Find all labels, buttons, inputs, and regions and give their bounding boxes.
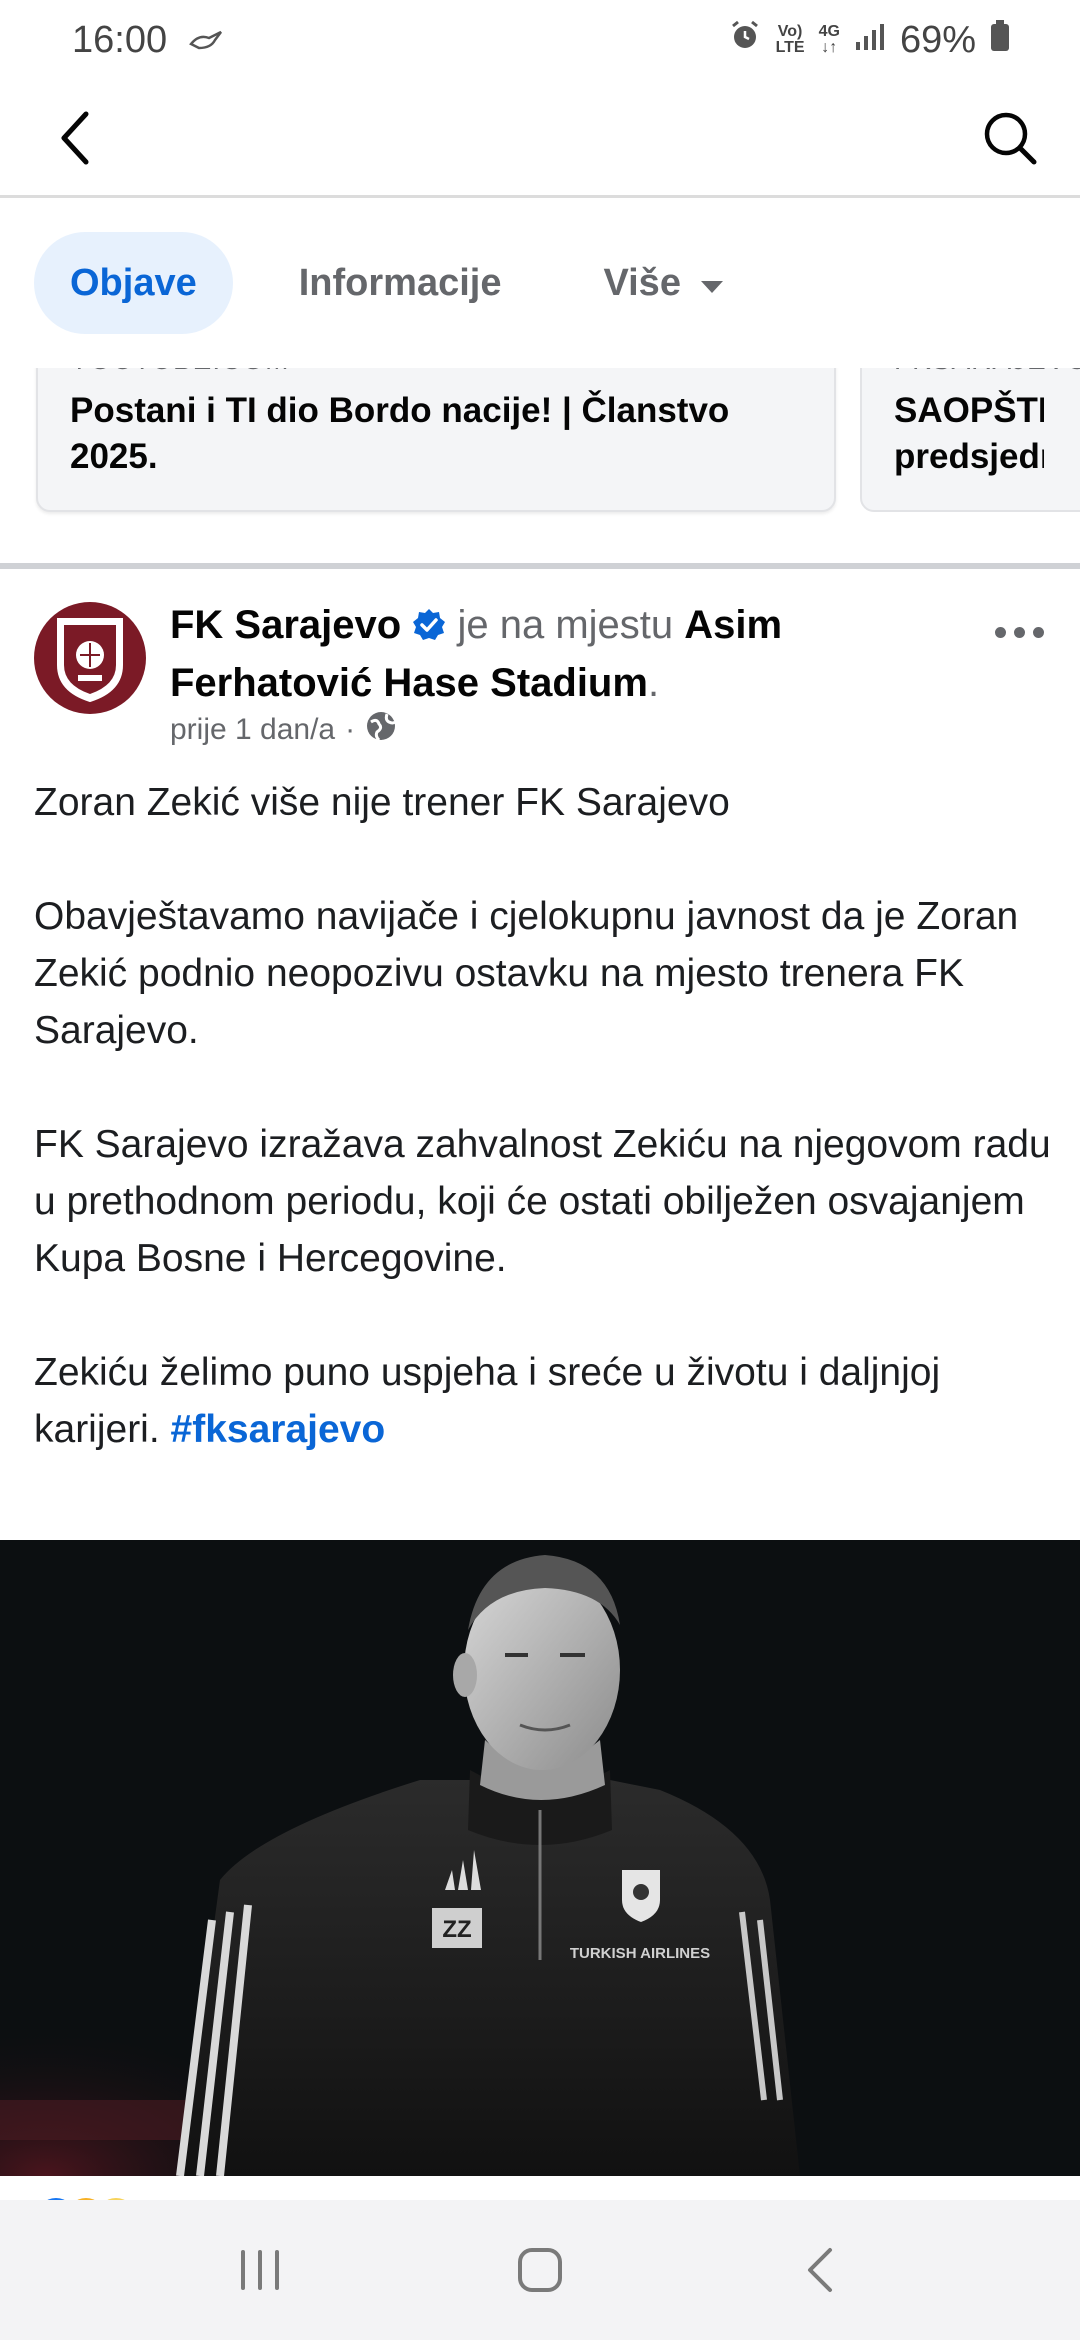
reaction-strip [0, 2176, 1080, 2238]
caret-down-icon [699, 262, 725, 305]
post-meta: prije 1 dan/a · [170, 710, 397, 750]
tab-more-label: Više [603, 261, 681, 304]
tab-informacije[interactable]: Informacije [263, 232, 538, 334]
tab-objave[interactable]: Objave [34, 232, 233, 334]
meta-separator: · [345, 713, 356, 746]
verified-badge-icon [412, 602, 446, 656]
battery-icon [990, 19, 1010, 62]
globe-icon [365, 710, 397, 750]
recents-icon[interactable] [220, 2230, 300, 2310]
card-title: Postani i TI dio Bordo nacije! | Članstv… [70, 391, 730, 476]
status-time: 16:00 [72, 18, 168, 61]
post-paragraph: FK Sarajevo izražava zahvalnost Zekiću n… [34, 1123, 1051, 1280]
post-time[interactable]: prije 1 dan/a [170, 713, 335, 747]
card-source: YOUTUBE.COM [70, 368, 802, 378]
location-prefix: je na mjestu [457, 603, 674, 647]
network-type: 4G ↓↑ [818, 23, 840, 56]
link-card[interactable]: FKSARAJEVO SAOPŠTENJE predsjednika [860, 368, 1080, 512]
app-bar [0, 80, 1080, 198]
profile-tabs: Objave Informacije Više [34, 232, 761, 334]
battery-percent: 69% [899, 18, 976, 61]
section-divider [0, 563, 1080, 569]
sponsor-text: TURKISH AIRLINES [570, 1945, 710, 1962]
status-bar: 16:00 Vo) LTE 4G ↓↑ 69% [0, 0, 1080, 80]
post-text: Zoran Zekić više nije trener FK Sarajevo… [34, 774, 1054, 1458]
back-chevron-icon[interactable] [44, 106, 108, 170]
link-card-carousel: YOUTUBE.COM Postani i TI dio Bordo nacij… [0, 368, 1080, 518]
card-source: FKSARAJEVO [894, 368, 1080, 378]
signal-icon [854, 19, 886, 62]
initials-badge: ZZ [442, 1916, 471, 1943]
alarm-icon [728, 18, 762, 62]
nav-back-icon[interactable] [780, 2230, 860, 2310]
home-icon[interactable] [500, 2230, 580, 2310]
volte-indicator: Vo) LTE [775, 23, 805, 56]
search-icon[interactable] [978, 106, 1042, 170]
post-paragraph: Zoran Zekić više nije trener FK Sarajevo [34, 781, 730, 824]
hashtag-link[interactable]: #fksarajevo [171, 1408, 386, 1451]
more-options-icon[interactable] [984, 612, 1054, 652]
post-title: FK Sarajevo je na mjestu Asim Ferhatović… [170, 598, 930, 710]
link-card[interactable]: YOUTUBE.COM Postani i TI dio Bordo nacij… [36, 368, 836, 512]
post-paragraph-last: Zekiću želimo puno uspjeha i sreće u živ… [34, 1344, 1054, 1458]
bird-notification-icon [189, 19, 223, 62]
page-avatar[interactable] [34, 602, 146, 714]
post-paragraph: Obavještavamo navijače i cjelokupnu javn… [34, 895, 1019, 1052]
system-nav-bar [0, 2200, 1080, 2340]
post-photo[interactable]: ZZ TURKISH AIRLINES [0, 1540, 1080, 2176]
card-title: SAOPŠTENJE predsjednika [894, 391, 1044, 476]
location-suffix: . [647, 661, 660, 705]
page-name[interactable]: FK Sarajevo [170, 603, 401, 647]
tab-more[interactable]: Više [567, 232, 760, 334]
